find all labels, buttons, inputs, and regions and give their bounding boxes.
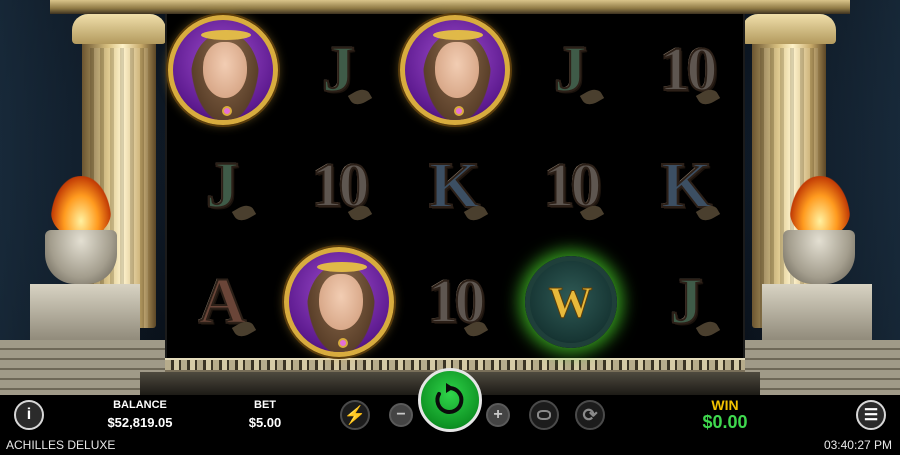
symbol-j: J: [513, 14, 628, 126]
symbol-a: A: [165, 246, 280, 358]
autoplay-icon: ⟳: [582, 404, 598, 425]
goddess-portrait-icon: [399, 15, 510, 125]
symbol-goddess-portrait: [281, 246, 396, 358]
balance-label: BALANCE: [113, 399, 167, 411]
win-label: WIN: [711, 397, 739, 413]
clock: 03:40:27 PM: [823, 438, 892, 452]
turbo-button[interactable]: ⚡: [340, 400, 370, 430]
spin-button[interactable]: [418, 368, 482, 432]
symbol-j: J: [281, 14, 396, 126]
wild-shield-icon: W: [524, 256, 617, 348]
left-flame: [51, 176, 111, 236]
info-button[interactable]: i: [14, 400, 44, 430]
lightning-icon: ⚡: [343, 404, 367, 425]
symbol-10: 10: [513, 130, 628, 242]
symbol-10: 10: [281, 130, 396, 242]
symbol-goddess-portrait: [165, 14, 280, 126]
hamburger-menu-icon: ☰: [863, 407, 879, 424]
game-title: ACHILLES DELUXE: [6, 438, 116, 452]
left-brazier: [45, 230, 117, 284]
left-pedestal: [30, 284, 140, 344]
goddess-portrait-icon: [283, 247, 394, 357]
spin-arrow-icon: [435, 383, 464, 414]
win-value: $0.00: [702, 412, 748, 432]
symbol-k: K: [629, 130, 744, 242]
coins-button[interactable]: [529, 400, 559, 430]
autoplay-button[interactable]: ⟳: [575, 400, 605, 430]
plus-icon: +: [493, 406, 503, 423]
coin-stack-icon: [537, 410, 551, 420]
bet-decrease-button[interactable]: −: [389, 403, 413, 427]
symbol-goddess-portrait: [397, 14, 512, 126]
right-flame: [790, 176, 850, 236]
symbol-k: K: [397, 130, 512, 242]
symbol-10: 10: [629, 14, 744, 126]
bet-increase-button[interactable]: +: [486, 403, 510, 427]
bet-label: BET: [254, 399, 276, 411]
wild-letter: W: [548, 277, 593, 327]
goddess-portrait-icon: [167, 15, 278, 125]
symbol-j: J: [629, 246, 744, 358]
bet-value: $5.00: [248, 415, 282, 430]
balance-value: $52,819.05: [107, 415, 173, 430]
symbol-j: J: [165, 130, 280, 242]
right-brazier: [783, 230, 855, 284]
info-icon: i: [26, 406, 32, 423]
menu-button[interactable]: ☰: [856, 400, 886, 430]
minus-icon: −: [396, 406, 406, 423]
status-bar: ACHILLES DELUXE 03:40:27 PM: [0, 435, 900, 455]
temple-beam: [50, 0, 850, 14]
symbol-wild: W: [513, 246, 628, 358]
symbol-10: 10: [397, 246, 512, 358]
right-pedestal: [762, 284, 872, 344]
